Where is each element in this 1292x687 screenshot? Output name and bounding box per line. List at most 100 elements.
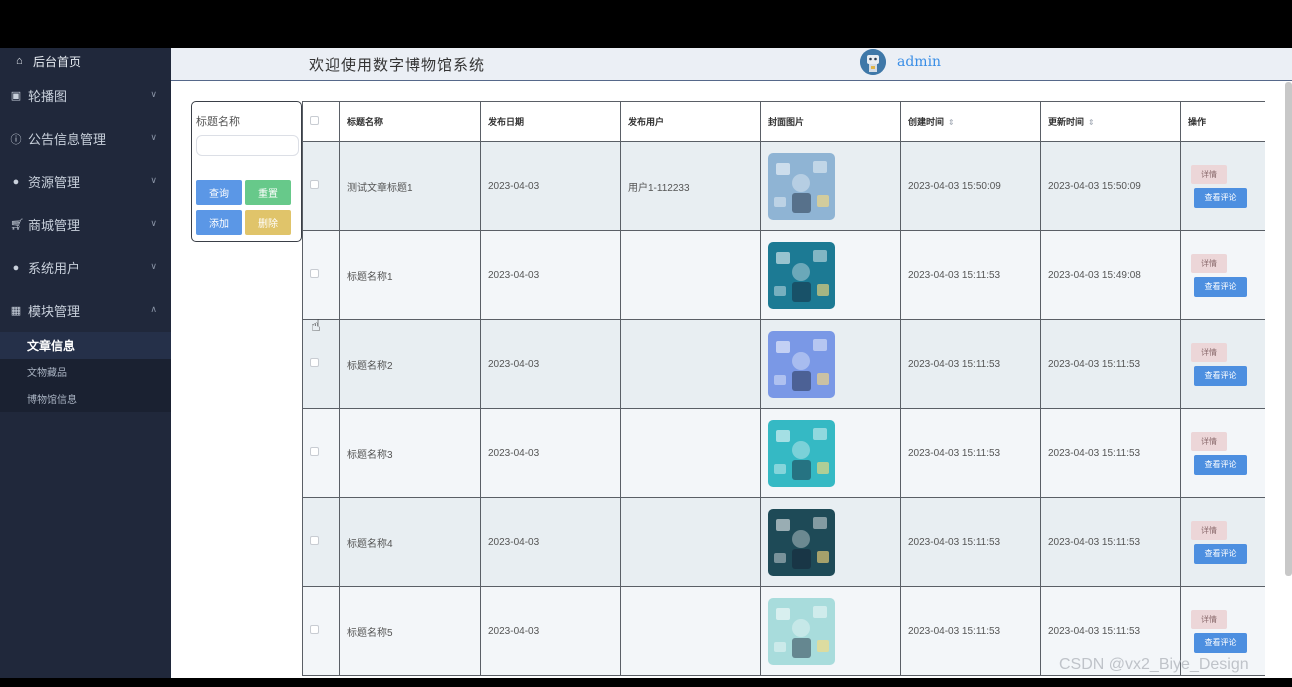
- view-comments-button[interactable]: 查看评论: [1194, 632, 1247, 653]
- user-cell: [620, 408, 761, 498]
- sort-icon[interactable]: ⇕: [948, 118, 955, 127]
- column-header-sortable[interactable]: 创建时间 ⇕: [900, 101, 1041, 142]
- title-cell: 标题名称5: [339, 586, 481, 676]
- date-cell: 2023-04-03: [480, 319, 621, 409]
- view-comments-button[interactable]: 查看评论: [1194, 543, 1247, 564]
- row-checkbox[interactable]: [310, 180, 319, 189]
- row-checkbox[interactable]: [310, 358, 319, 367]
- user-cell: [620, 319, 761, 409]
- sidebar-item-modules[interactable]: ▦ 模块管理 ∧: [0, 289, 171, 332]
- row-select-cell[interactable]: [302, 497, 340, 587]
- updated-cell: 2023-04-03 15:11:53: [1040, 497, 1181, 587]
- watermark: CSDN @vx2_Biye_Design: [1059, 656, 1249, 673]
- column-header: 封面图片: [760, 101, 901, 142]
- detail-button[interactable]: 详情: [1191, 609, 1227, 629]
- row-checkbox[interactable]: [310, 447, 319, 456]
- detail-button[interactable]: 详情: [1191, 342, 1227, 362]
- chevron-down-icon: ∨: [150, 261, 157, 271]
- view-comments-button[interactable]: 查看评论: [1194, 187, 1247, 208]
- select-all-checkbox[interactable]: [310, 116, 319, 125]
- bottom-black-bar: [0, 678, 1292, 687]
- row-select-cell[interactable]: [302, 319, 340, 409]
- sort-icon[interactable]: ⇕: [1088, 118, 1095, 127]
- sidebar-item-notice[interactable]: ⓘ 公告信息管理 ∨: [0, 117, 171, 160]
- sidebar-subitem-articles[interactable]: 文章信息: [0, 332, 171, 359]
- cover-cell: [760, 319, 901, 409]
- cover-image[interactable]: [768, 419, 835, 487]
- row-checkbox[interactable]: [310, 536, 319, 545]
- grid-icon: ▦: [10, 305, 22, 317]
- row-select-cell[interactable]: [302, 141, 340, 231]
- cover-image[interactable]: [768, 241, 835, 309]
- search-panel: 标题名称 查询 重置 添加 删除: [191, 101, 302, 242]
- cover-image[interactable]: [768, 597, 835, 665]
- sidebar-item-label: 轮播图: [28, 89, 68, 104]
- created-cell: 2023-04-03 15:11:53: [900, 408, 1041, 498]
- view-comments-button[interactable]: 查看评论: [1194, 365, 1247, 386]
- column-header-label: 创建时间: [908, 117, 945, 127]
- sidebar-item-shop[interactable]: 🛒︎ 商城管理 ∨: [0, 203, 171, 246]
- row-select-cell[interactable]: [302, 586, 340, 676]
- column-header-sortable[interactable]: 更新时间 ⇕: [1040, 101, 1181, 142]
- title-cell: 标题名称4: [339, 497, 481, 587]
- username[interactable]: admin: [897, 54, 941, 70]
- row-select-cell[interactable]: [302, 408, 340, 498]
- updated-cell: 2023-04-03 15:11:53: [1040, 408, 1181, 498]
- created-cell: 2023-04-03 15:11:53: [900, 230, 1041, 320]
- cover-image[interactable]: [768, 330, 835, 398]
- table-row: 标题名称3 2023-04-03 2023-04-03 15:11:53 202…: [302, 408, 1265, 498]
- welcome-title: 欢迎使用数字博物馆系统: [309, 56, 486, 74]
- detail-button[interactable]: 详情: [1191, 431, 1227, 451]
- sidebar-subitem-relics[interactable]: 文物藏品: [0, 359, 171, 386]
- reset-button[interactable]: 重置: [245, 180, 291, 205]
- main-content: 标题名称 查询 重置 添加 删除 标题名称 发布日期 发布用户 封面图片 创建时…: [171, 82, 1292, 678]
- cover-image[interactable]: [768, 152, 835, 220]
- vertical-scrollbar[interactable]: [1285, 82, 1292, 576]
- query-button[interactable]: 查询: [196, 180, 242, 205]
- add-button[interactable]: 添加: [196, 210, 242, 235]
- actions-cell: 详情 查看评论: [1180, 408, 1265, 498]
- row-select-cell[interactable]: [302, 230, 340, 320]
- date-cell: 2023-04-03: [480, 408, 621, 498]
- sidebar-item-home[interactable]: ⌂ 后台首页: [0, 48, 171, 74]
- detail-button[interactable]: 详情: [1191, 520, 1227, 540]
- chevron-down-icon: ∨: [150, 218, 157, 228]
- date-cell: 2023-04-03: [480, 586, 621, 676]
- cover-image[interactable]: [768, 508, 835, 576]
- sidebar-item-resources[interactable]: ● 资源管理 ∨: [0, 160, 171, 203]
- sidebar-item-users[interactable]: ● 系统用户 ∨: [0, 246, 171, 289]
- actions-cell: 详情 查看评论: [1180, 230, 1265, 320]
- actions-cell: 详情 查看评论: [1180, 319, 1265, 409]
- cover-cell: [760, 586, 901, 676]
- view-comments-button[interactable]: 查看评论: [1194, 276, 1247, 297]
- info-icon: ⓘ: [10, 133, 22, 146]
- detail-button[interactable]: 详情: [1191, 164, 1227, 184]
- title-cell: 标题名称2: [339, 319, 481, 409]
- sidebar-item-label: 系统用户: [28, 261, 81, 276]
- sidebar-item-label: 资源管理: [28, 175, 81, 190]
- sidebar: ⌂ 后台首页 ▣ 轮播图 ∨ ⓘ 公告信息管理 ∨ ● 资源管理 ∨ 🛒︎ 商城…: [0, 48, 171, 678]
- chevron-down-icon: ∨: [150, 175, 157, 185]
- sidebar-item-label: 模块管理: [28, 304, 81, 319]
- row-checkbox[interactable]: [310, 625, 319, 634]
- column-header-label: 更新时间: [1048, 117, 1085, 127]
- column-header: 操作: [1180, 101, 1265, 142]
- title-search-input[interactable]: [196, 135, 299, 156]
- title-search-label: 标题名称: [196, 116, 240, 128]
- header: 欢迎使用数字博物馆系统 admin: [171, 48, 1292, 81]
- sidebar-item-label: 公告信息管理: [28, 132, 107, 147]
- date-cell: 2023-04-03: [480, 141, 621, 231]
- data-table-wrapper: 标题名称 发布日期 发布用户 封面图片 创建时间 ⇕ 更新时间 ⇕ 操作 测试文章标…: [302, 101, 1265, 678]
- row-checkbox[interactable]: [310, 269, 319, 278]
- user-cell: [620, 586, 761, 676]
- user-icon: ●: [12, 261, 20, 274]
- user-cell: [620, 497, 761, 587]
- sidebar-subitem-museum[interactable]: 博物馆信息: [0, 385, 171, 412]
- select-all-cell[interactable]: [302, 101, 340, 142]
- delete-button[interactable]: 删除: [245, 210, 291, 235]
- avatar[interactable]: [860, 49, 886, 75]
- column-header: 发布用户: [620, 101, 761, 142]
- sidebar-item-carousel[interactable]: ▣ 轮播图 ∨: [0, 74, 171, 117]
- detail-button[interactable]: 详情: [1191, 253, 1227, 273]
- view-comments-button[interactable]: 查看评论: [1194, 454, 1247, 475]
